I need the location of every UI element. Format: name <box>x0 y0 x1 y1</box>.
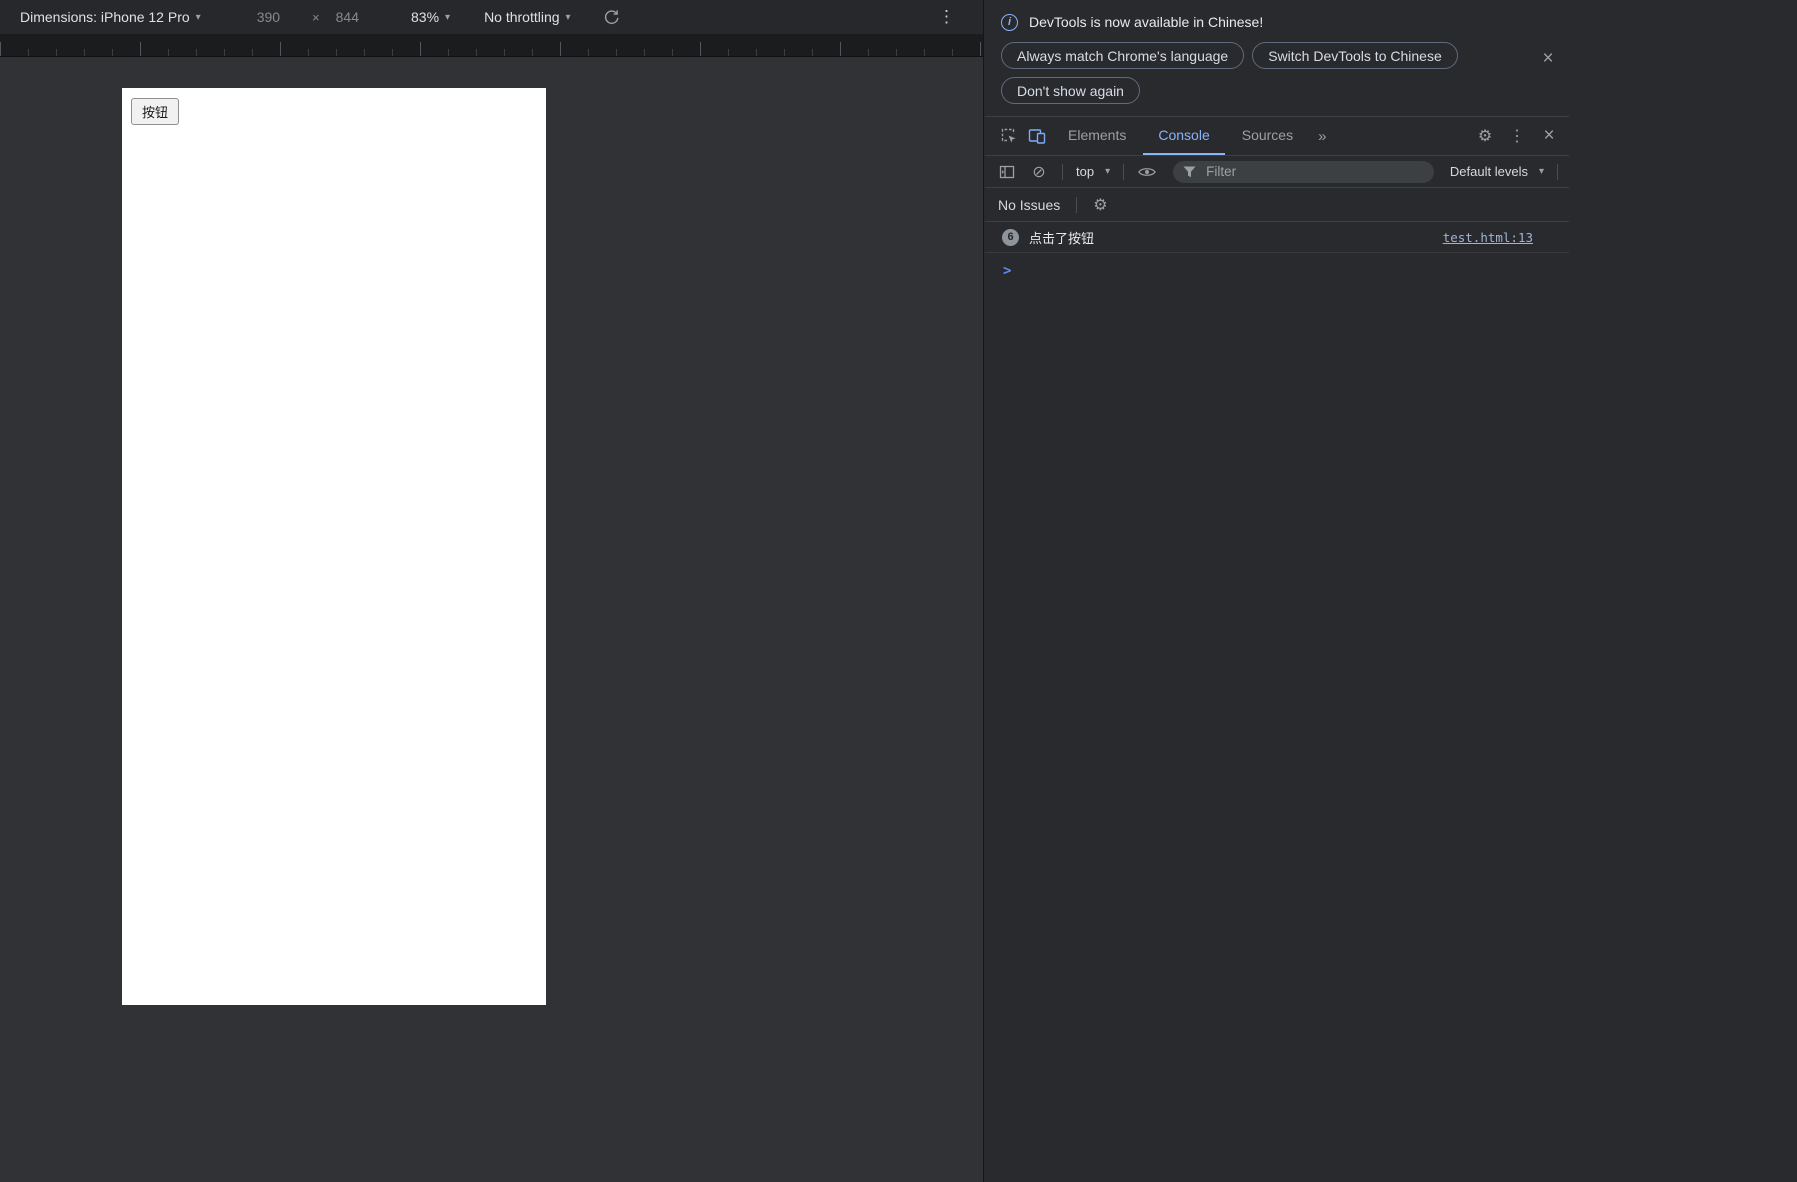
settings-gear-icon[interactable]: ⚙ <box>1471 122 1499 150</box>
kebab-menu-icon[interactable]: ⋮ <box>1503 122 1531 150</box>
issues-count-label[interactable]: No Issues <box>998 197 1060 213</box>
log-levels-value: Default levels <box>1449 164 1528 179</box>
tab-console[interactable]: Console <box>1143 117 1225 155</box>
dont-show-again-button[interactable]: Don't show again <box>1001 77 1140 104</box>
console-toolbar: ⊘ top ▾ Default levels ▾ <box>985 156 1569 188</box>
repeat-count-badge: 6 <box>1002 228 1019 246</box>
infobar-message: DevTools is now available in Chinese! <box>1029 14 1264 30</box>
zoom-selector[interactable]: 83% ▾ <box>411 9 450 25</box>
console-prompt-chevron-icon: > <box>1003 263 1012 279</box>
clear-console-icon[interactable]: ⊘ <box>1025 158 1053 186</box>
device-selector-label: Dimensions: iPhone 12 Pro <box>20 9 190 25</box>
console-filter-field[interactable] <box>1173 160 1434 183</box>
live-expression-eye-icon[interactable] <box>1133 158 1161 186</box>
devtools-tabbar: Elements Console Sources » ⚙ ⋮ × <box>985 117 1569 156</box>
throttling-value: No throttling <box>484 9 560 25</box>
device-toolbar-toggle-icon[interactable] <box>1023 122 1051 150</box>
devtools-language-infobar: i DevTools is now available in Chinese! … <box>985 0 1569 117</box>
info-icon: i <box>1001 13 1018 31</box>
console-messages: 6 点击了按钮 test.html:13 > <box>985 222 1569 280</box>
device-width-value: 390 <box>256 9 281 25</box>
kebab-menu-icon[interactable]: ⋮ <box>938 7 955 27</box>
device-selector[interactable]: Dimensions: iPhone 12 Pro ▾ <box>20 9 201 25</box>
device-height-value: 844 <box>335 9 359 25</box>
separator <box>1123 163 1125 180</box>
console-filter-input[interactable] <box>1204 163 1424 180</box>
zoom-value: 83% <box>411 9 440 25</box>
tab-elements[interactable]: Elements <box>1053 117 1141 155</box>
issues-bar: No Issues ⚙ <box>985 188 1569 222</box>
console-message-row: 6 点击了按钮 test.html:13 <box>985 222 1569 253</box>
close-icon[interactable]: × <box>1537 48 1559 70</box>
device-canvas: 按钮 <box>0 58 983 1182</box>
rotate-device-icon[interactable] <box>603 9 620 26</box>
execution-context-value: top <box>1076 164 1095 179</box>
console-prompt-row[interactable]: > <box>985 253 1569 280</box>
execution-context-selector[interactable]: top ▾ <box>1072 164 1114 179</box>
device-emulation-area: Dimensions: iPhone 12 Pro ▾ 390 × 844 83… <box>0 0 984 1182</box>
multiply-icon: × <box>312 9 320 25</box>
console-message-text: 点击了按钮 <box>1029 231 1095 247</box>
devtools-panel: i DevTools is now available in Chinese! … <box>985 0 1569 1182</box>
separator <box>1076 196 1078 213</box>
match-chrome-language-button[interactable]: Always match Chrome's language <box>1001 42 1245 69</box>
console-settings-gear-icon[interactable]: ⚙ <box>1093 195 1107 215</box>
more-tabs-icon[interactable]: » <box>1308 117 1336 155</box>
inspect-element-icon[interactable] <box>995 122 1023 150</box>
chevron-down-icon: ▾ <box>1105 166 1111 177</box>
page-button[interactable]: 按钮 <box>131 98 180 125</box>
tab-sources[interactable]: Sources <box>1227 117 1308 155</box>
device-toolbar: Dimensions: iPhone 12 Pro ▾ 390 × 844 83… <box>0 0 983 35</box>
horizontal-ruler <box>0 35 983 57</box>
log-levels-selector[interactable]: Default levels ▾ <box>1446 164 1548 179</box>
separator <box>1062 163 1063 180</box>
chevron-down-icon: ▾ <box>445 11 451 23</box>
chevron-down-icon: ▾ <box>1538 166 1544 177</box>
console-sidebar-toggle-icon[interactable] <box>993 158 1021 186</box>
close-devtools-icon[interactable]: × <box>1535 122 1563 150</box>
switch-to-chinese-button[interactable]: Switch DevTools to Chinese <box>1252 42 1458 69</box>
throttling-selector[interactable]: No throttling ▾ <box>484 9 571 25</box>
chevron-down-icon: ▾ <box>565 11 571 23</box>
funnel-filter-icon <box>1183 165 1196 177</box>
device-viewport-page: 按钮 <box>122 88 546 1005</box>
separator <box>1557 163 1558 180</box>
console-source-link[interactable]: test.html:13 <box>1443 230 1533 245</box>
chevron-down-icon: ▾ <box>195 11 201 23</box>
